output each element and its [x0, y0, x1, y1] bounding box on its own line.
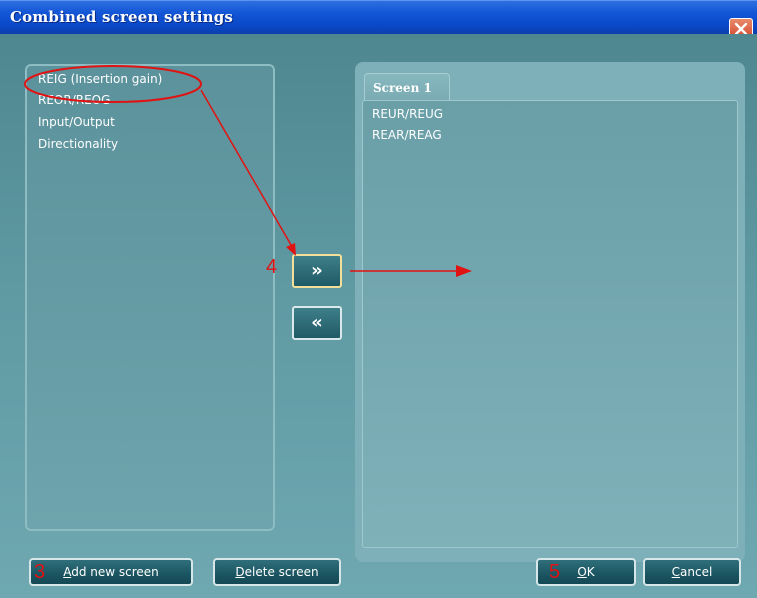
delete-screen-button[interactable]: Delete screen [213, 558, 341, 586]
list-item[interactable]: REOR/REOG [38, 93, 110, 107]
list-item[interactable]: REUR/REUG [372, 107, 443, 121]
remove-from-screen-button[interactable]: « [292, 306, 342, 340]
window-title: Combined screen settings [10, 8, 234, 26]
screen-contents-list[interactable]: REUR/REUG REAR/REAG [362, 100, 738, 548]
annotation-marker-3: 3 [34, 561, 46, 583]
screens-panel: Screen 1 REUR/REUG REAR/REAG [355, 62, 745, 562]
list-item[interactable]: REAR/REAG [372, 128, 442, 142]
list-item[interactable]: Directionality [38, 137, 118, 151]
tab-label: Screen 1 [373, 81, 432, 95]
cancel-label: Cancel [671, 565, 713, 579]
delete-screen-label: Delete screen [235, 565, 319, 579]
dialog-client-area: REIG (Insertion gain) REOR/REOG Input/Ou… [0, 34, 757, 598]
title-bar[interactable]: Combined screen settings [0, 0, 757, 40]
annotation-marker-4: 4 [266, 256, 278, 278]
available-screens-list[interactable]: REIG (Insertion gain) REOR/REOG Input/Ou… [25, 64, 275, 531]
list-item[interactable]: REIG (Insertion gain) [38, 72, 162, 86]
annotation-marker-5: 5 [549, 561, 561, 583]
cancel-button[interactable]: Cancel [643, 558, 741, 586]
add-to-screen-button[interactable]: » [292, 254, 342, 288]
tab-screen-1[interactable]: Screen 1 [364, 73, 450, 101]
add-new-screen-label: Add new screen [63, 565, 159, 579]
list-item[interactable]: Input/Output [38, 115, 115, 129]
double-chevron-left-icon: « [311, 312, 323, 333]
add-new-screen-button[interactable]: Add new screen [29, 558, 193, 586]
double-chevron-right-icon: » [311, 260, 323, 281]
dialog-window: Combined screen settings REIG (Insertion… [0, 0, 757, 598]
